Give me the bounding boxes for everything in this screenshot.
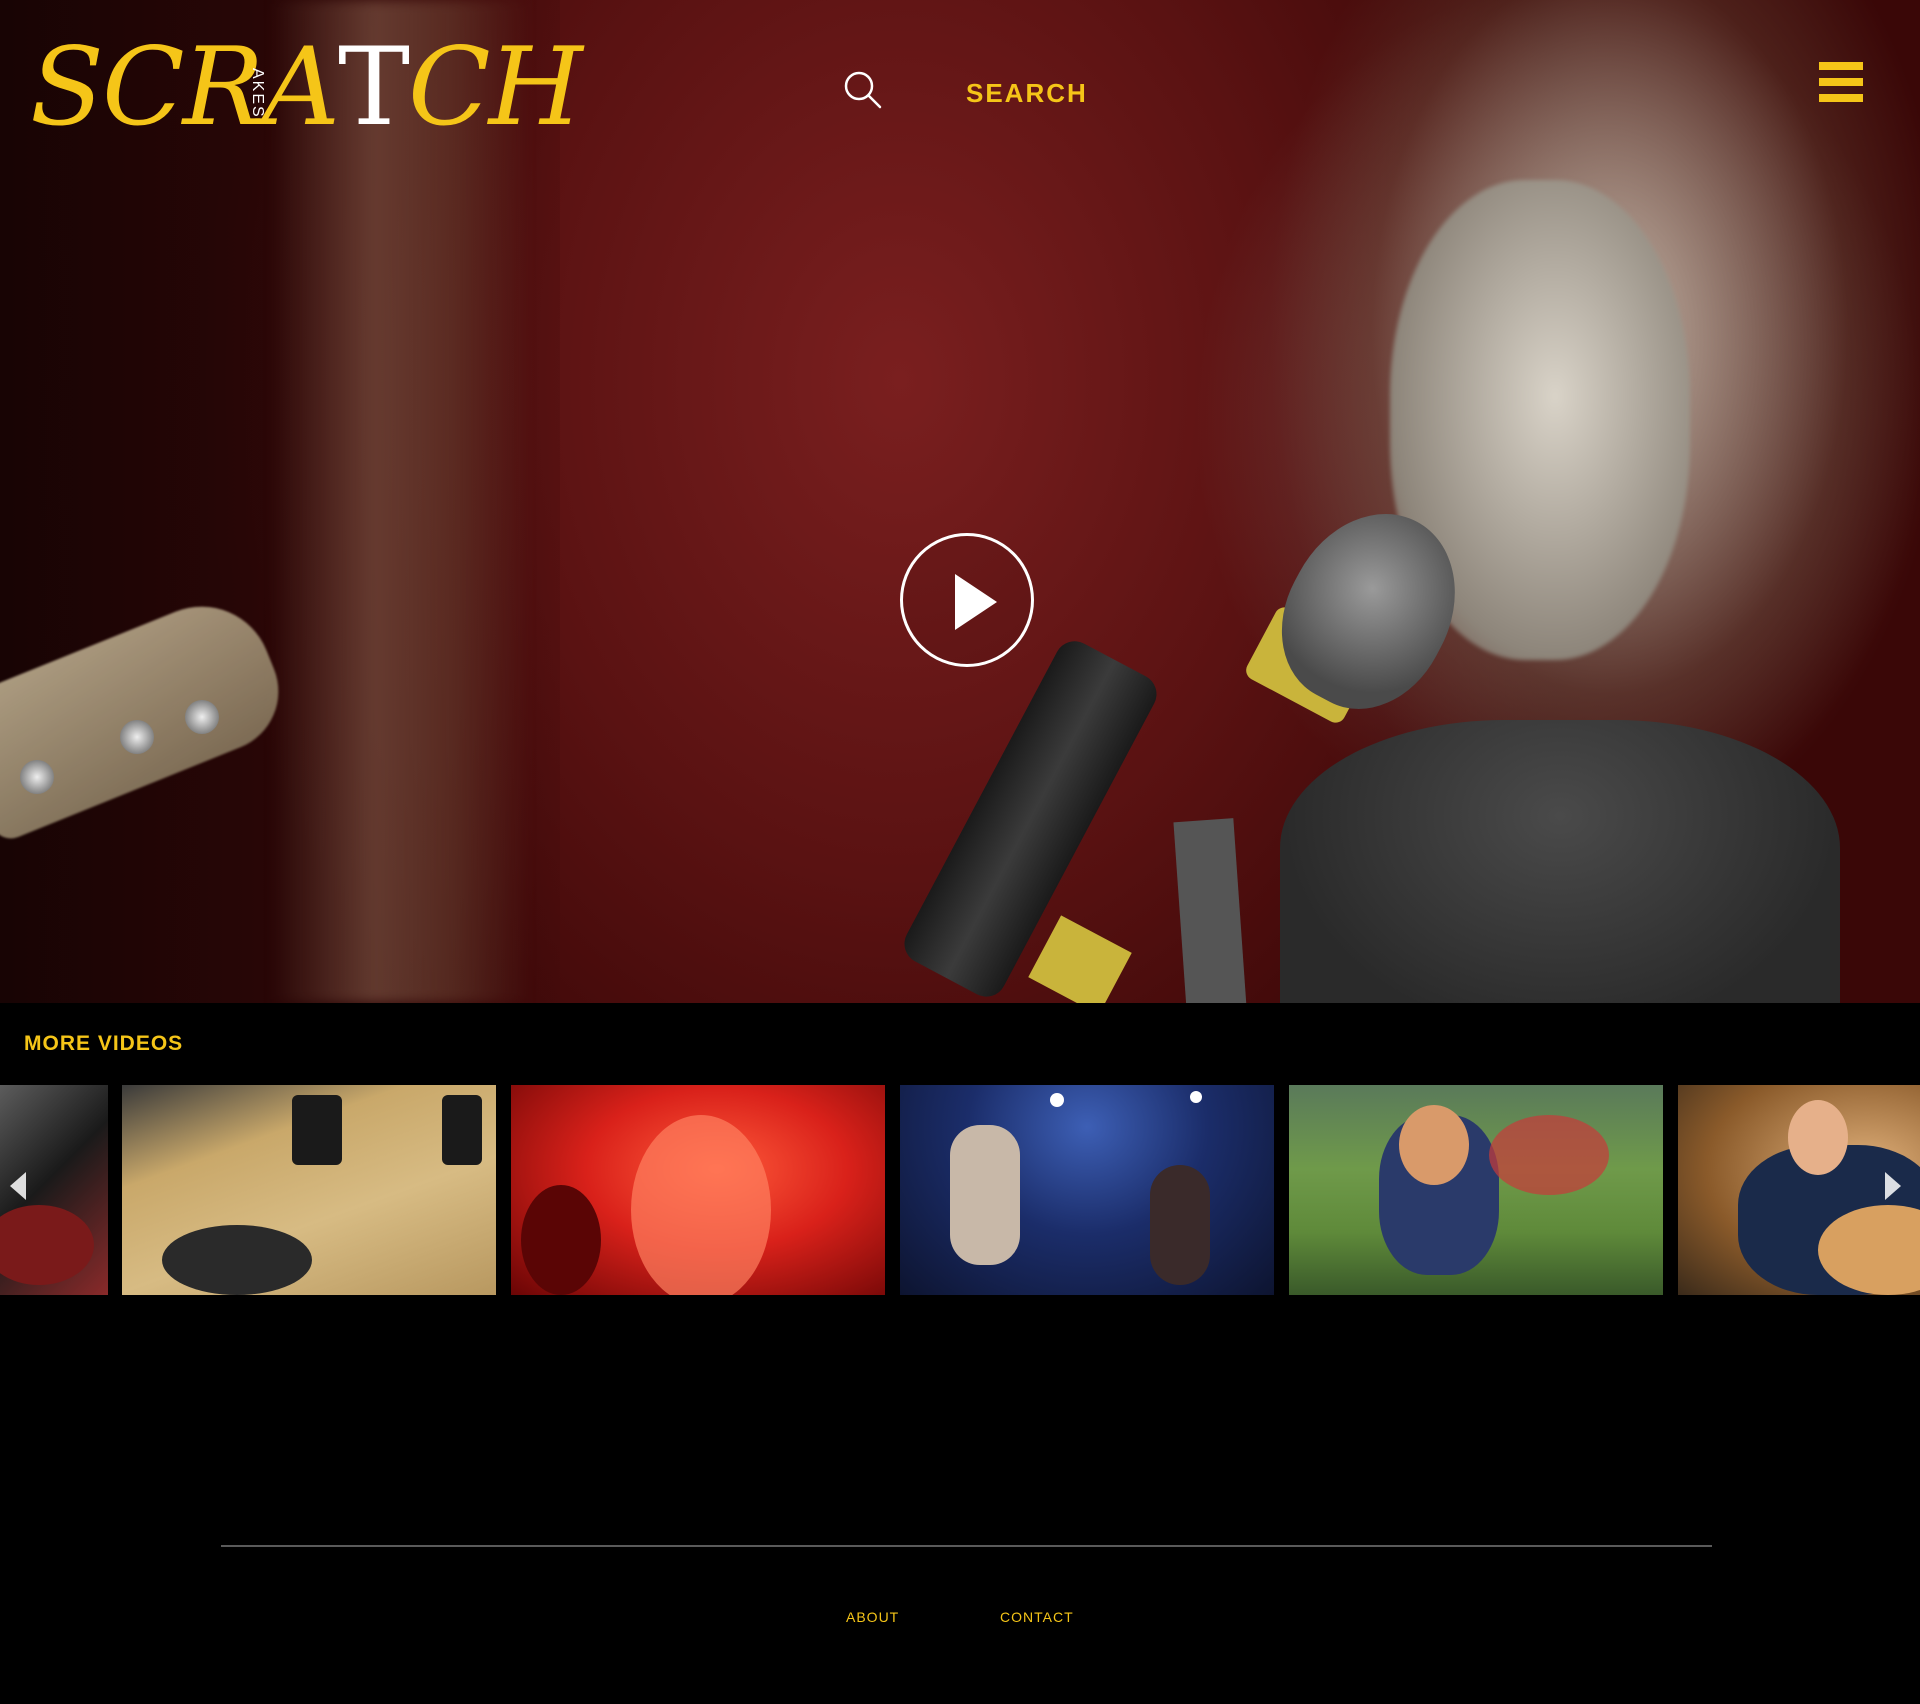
search-icon[interactable] [843,70,883,110]
logo-takes-text: AKES [249,68,266,119]
more-videos-heading: MORE VIDEOS [24,1032,184,1055]
footer-about-link[interactable]: ABOUT [846,1609,899,1625]
footer-divider [221,1545,1712,1547]
hero-singer-shirt [1280,720,1840,1003]
search-label[interactable]: SEARCH [966,78,1088,109]
video-thumbnail[interactable] [122,1085,496,1295]
video-carousel [0,1085,1920,1295]
logo-text: SCRATCH [30,25,583,150]
chevron-right-icon[interactable] [1885,1172,1901,1200]
hero-guitar-peg [20,760,54,794]
chevron-left-icon[interactable] [10,1172,26,1200]
scratch-takes-logo[interactable]: SCRATCH AKES [30,28,583,148]
hero-mic-clip [1028,915,1132,1003]
video-thumbnail[interactable] [900,1085,1274,1295]
video-thumbnail[interactable] [1289,1085,1663,1295]
hero-guitar-peg [185,700,219,734]
video-thumbnail[interactable] [1678,1085,1920,1295]
video-thumbnail[interactable] [511,1085,885,1295]
footer-contact-link[interactable]: CONTACT [1000,1609,1074,1625]
hero-guitar-peg [120,720,154,754]
play-icon[interactable] [900,533,1034,667]
site-header: SCRATCH AKES SEARCH [0,0,1920,180]
hamburger-menu-icon[interactable] [1819,62,1863,102]
